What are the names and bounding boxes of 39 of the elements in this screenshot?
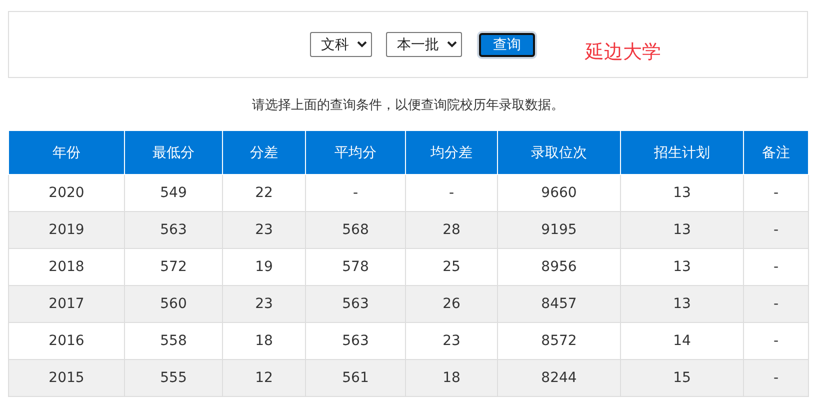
table-cell: 8457 xyxy=(498,286,620,322)
column-header: 平均分 xyxy=(306,131,406,174)
table-cell: 568 xyxy=(306,212,406,248)
column-header: 备注 xyxy=(744,131,808,174)
table-cell: 2017 xyxy=(8,286,124,322)
table-cell: 23 xyxy=(222,212,306,248)
caret-icon xyxy=(357,41,367,48)
table-cell: 13 xyxy=(620,212,744,248)
caret-icon xyxy=(447,41,457,48)
table-cell: 563 xyxy=(306,286,406,322)
batch-dropdown[interactable]: 本一批 xyxy=(386,32,462,57)
table-cell: 18 xyxy=(406,360,498,396)
column-header: 均分差 xyxy=(406,131,498,174)
table-cell: 12 xyxy=(222,360,306,396)
column-header: 录取位次 xyxy=(498,131,620,174)
table-cell: - xyxy=(744,360,808,396)
table-cell: 15 xyxy=(620,360,744,396)
table-cell: 560 xyxy=(124,286,222,322)
column-header: 最低分 xyxy=(124,131,222,174)
column-header: 分差 xyxy=(222,131,306,174)
table-cell: 26 xyxy=(406,286,498,322)
table-cell: 28 xyxy=(406,212,498,248)
table-cell: 23 xyxy=(222,286,306,322)
query-button[interactable]: 查询 xyxy=(479,32,535,56)
table-cell: 9195 xyxy=(498,212,620,248)
school-name: 延边大学 xyxy=(585,40,661,64)
table-cell: 563 xyxy=(124,212,222,248)
table-cell: 2019 xyxy=(8,212,124,248)
table-cell: - xyxy=(744,286,808,322)
table-cell: 8244 xyxy=(498,360,620,396)
table-cell: 555 xyxy=(124,360,222,396)
table-cell: 561 xyxy=(306,360,406,396)
column-header: 年份 xyxy=(8,131,124,174)
hint-text: 请选择上面的查询条件，以便查询院校历年录取数据。 xyxy=(252,98,564,113)
table-cell: 2015 xyxy=(8,360,124,396)
table-cell: - xyxy=(744,212,808,248)
subject-dropdown[interactable]: 文科 xyxy=(310,32,372,57)
table-cell: 13 xyxy=(620,286,744,322)
column-header: 招生计划 xyxy=(620,131,744,174)
